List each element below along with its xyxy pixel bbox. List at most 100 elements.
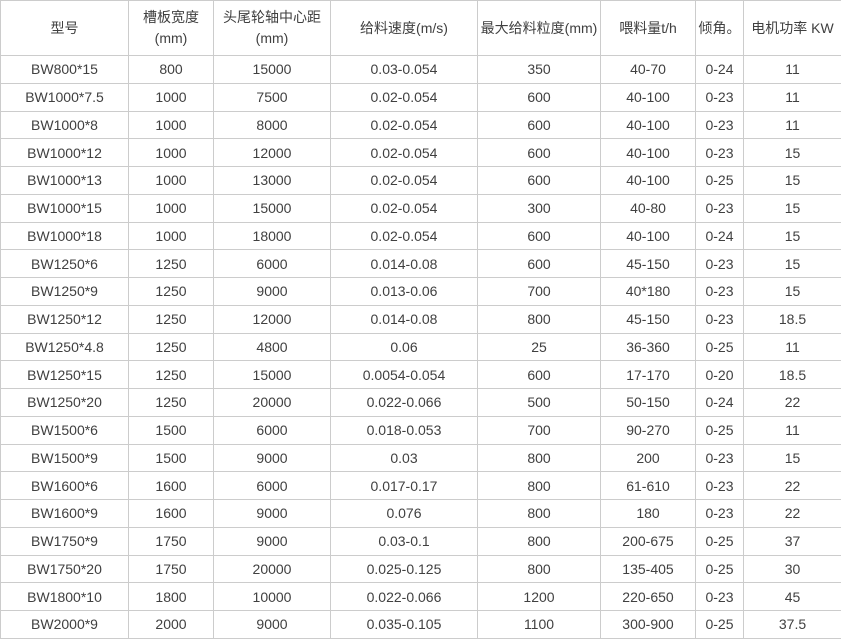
table-cell: 22 (744, 389, 841, 417)
table-cell: 350 (478, 56, 601, 84)
table-cell: 0.0054-0.054 (331, 361, 478, 389)
table-cell: 0.022-0.066 (331, 389, 478, 417)
table-cell: 11 (744, 111, 841, 139)
table-cell: 1250 (129, 389, 214, 417)
table-cell: 20000 (214, 555, 331, 583)
table-cell: 1000 (129, 139, 214, 167)
table-cell: 6000 (214, 250, 331, 278)
table-row: BW1250*4.8125048000.062536-3600-2511 (1, 333, 841, 361)
table-cell: 37.5 (744, 611, 841, 639)
table-cell: 600 (478, 83, 601, 111)
table-cell: 15 (744, 250, 841, 278)
table-cell: 0.013-0.06 (331, 278, 478, 306)
table-cell: 9000 (214, 500, 331, 528)
table-cell: 6000 (214, 416, 331, 444)
table-row: BW2000*9200090000.035-0.1051100300-9000-… (1, 611, 841, 639)
table-cell: 0-25 (696, 416, 744, 444)
table-cell: 1250 (129, 278, 214, 306)
table-cell: 800 (478, 555, 601, 583)
table-cell: 11 (744, 56, 841, 84)
table-cell: 0.025-0.125 (331, 555, 478, 583)
table-cell: 800 (478, 444, 601, 472)
column-header: 电机功率 KW (744, 1, 841, 56)
table-cell: BW1750*20 (1, 555, 129, 583)
table-cell: 0.02-0.054 (331, 111, 478, 139)
table-cell: 15 (744, 167, 841, 195)
table-cell: 200 (601, 444, 696, 472)
table-cell: 40-70 (601, 56, 696, 84)
table-cell: 700 (478, 278, 601, 306)
table-cell: 0-24 (696, 222, 744, 250)
table-cell: 11 (744, 333, 841, 361)
header-row: 型号槽板宽度(mm)头尾轮轴中心距 (mm)给料速度(m/s)最大给料粒度(mm… (1, 1, 841, 56)
table-row: BW1750*9175090000.03-0.1800200-6750-2537 (1, 527, 841, 555)
table-cell: 12000 (214, 305, 331, 333)
table-cell: 0-25 (696, 167, 744, 195)
table-cell: BW1000*7.5 (1, 83, 129, 111)
table-cell: 600 (478, 250, 601, 278)
table-cell: 0-24 (696, 56, 744, 84)
table-cell: 0.022-0.066 (331, 583, 478, 611)
table-cell: 0-23 (696, 278, 744, 306)
table-row: BW1250*9125090000.013-0.0670040*1800-231… (1, 278, 841, 306)
table-cell: 0.02-0.054 (331, 194, 478, 222)
table-cell: 0-25 (696, 611, 744, 639)
table-cell: 1250 (129, 333, 214, 361)
table-cell: 11 (744, 416, 841, 444)
table-cell: 300-900 (601, 611, 696, 639)
table-cell: 40-80 (601, 194, 696, 222)
table-row: BW1750*201750200000.025-0.125800135-4050… (1, 555, 841, 583)
table-cell: BW1000*13 (1, 167, 129, 195)
table-cell: 0-23 (696, 444, 744, 472)
table-cell: 18.5 (744, 305, 841, 333)
table-row: BW1600*6160060000.017-0.1780061-6100-232… (1, 472, 841, 500)
table-cell: 15 (744, 444, 841, 472)
table-cell: 0-23 (696, 472, 744, 500)
table-cell: 0.06 (331, 333, 478, 361)
table-cell: 4800 (214, 333, 331, 361)
table-cell: 6000 (214, 472, 331, 500)
table-cell: 22 (744, 500, 841, 528)
table-cell: 50-150 (601, 389, 696, 417)
table-cell: BW1250*4.8 (1, 333, 129, 361)
table-cell: 15 (744, 278, 841, 306)
table-cell: 9000 (214, 278, 331, 306)
table-cell: BW1600*6 (1, 472, 129, 500)
table-cell: BW1500*6 (1, 416, 129, 444)
feeder-spec-table: 型号槽板宽度(mm)头尾轮轴中心距 (mm)给料速度(m/s)最大给料粒度(mm… (0, 0, 841, 639)
table-cell: 10000 (214, 583, 331, 611)
table-cell: BW1600*9 (1, 500, 129, 528)
table-cell: 0-25 (696, 555, 744, 583)
table-cell: 0.03 (331, 444, 478, 472)
table-cell: 15000 (214, 361, 331, 389)
table-cell: 0.03-0.1 (331, 527, 478, 555)
table-cell: 90-270 (601, 416, 696, 444)
table-cell: 0-23 (696, 139, 744, 167)
table-header: 型号槽板宽度(mm)头尾轮轴中心距 (mm)给料速度(m/s)最大给料粒度(mm… (1, 1, 841, 56)
table-cell: 40-100 (601, 83, 696, 111)
table-row: BW1250*201250200000.022-0.06650050-1500-… (1, 389, 841, 417)
table-cell: 1250 (129, 305, 214, 333)
table-row: BW1500*9150090000.038002000-2315 (1, 444, 841, 472)
table-cell: 40*180 (601, 278, 696, 306)
table-cell: 17-170 (601, 361, 696, 389)
table-cell: 0-24 (696, 389, 744, 417)
table-cell: 0.018-0.053 (331, 416, 478, 444)
table-cell: 600 (478, 361, 601, 389)
table-row: BW1250*121250120000.014-0.0880045-1500-2… (1, 305, 841, 333)
table-cell: 0.014-0.08 (331, 250, 478, 278)
table-row: BW1250*151250150000.0054-0.05460017-1700… (1, 361, 841, 389)
table-cell: 0-23 (696, 305, 744, 333)
table-cell: 20000 (214, 389, 331, 417)
table-cell: BW1250*9 (1, 278, 129, 306)
table-cell: 180 (601, 500, 696, 528)
table-cell: 220-650 (601, 583, 696, 611)
table-cell: BW2000*9 (1, 611, 129, 639)
table-cell: 0.017-0.17 (331, 472, 478, 500)
table-cell: 0-23 (696, 194, 744, 222)
table-cell: 1750 (129, 527, 214, 555)
table-cell: 25 (478, 333, 601, 361)
table-cell: 15 (744, 194, 841, 222)
table-cell: 1100 (478, 611, 601, 639)
table-cell: 0.02-0.054 (331, 222, 478, 250)
